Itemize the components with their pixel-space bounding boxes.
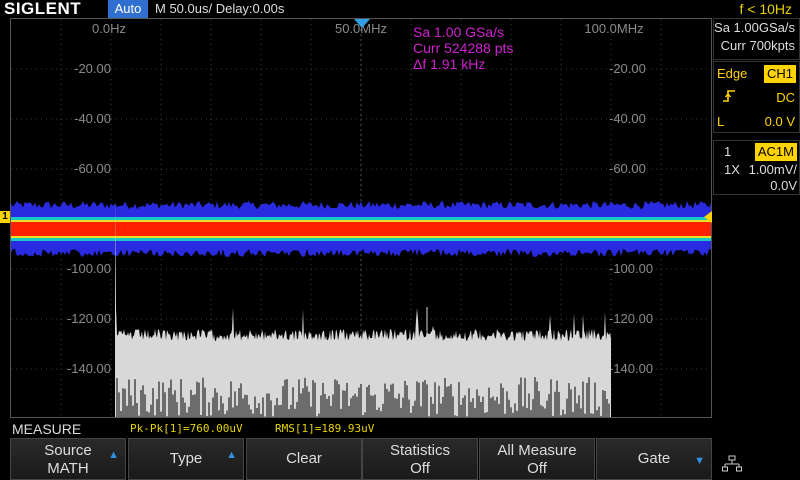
sample-rate-readout: Sa 1.00GSa/s xyxy=(714,20,795,35)
channel-coupling: AC1M xyxy=(754,143,797,161)
brand-logo: SIGLENT xyxy=(4,0,82,18)
trigger-level-label: L xyxy=(717,114,725,129)
fft-info-delta-f: Δf 1.91 kHz xyxy=(413,56,485,72)
amplitude-axis-label: -60.00 xyxy=(609,161,646,176)
amplitude-axis-label: -40.00 xyxy=(74,111,111,126)
trigger-position-marker[interactable] xyxy=(354,19,370,28)
channel-offset: 0.0V xyxy=(770,178,797,193)
amplitude-axis-label: -20.00 xyxy=(74,61,111,76)
channel-number: 1 xyxy=(724,144,732,159)
amplitude-axis-label: -120.00 xyxy=(67,311,111,326)
trigger-type: Edge xyxy=(717,66,748,81)
fft-info-current-points: Curr 524288 pts xyxy=(413,40,513,56)
rising-edge-icon xyxy=(722,89,736,107)
amplitude-axis-label: -40.00 xyxy=(609,111,646,126)
frequency-counter: f < 10Hz xyxy=(739,1,792,17)
trigger-level-value: 0.0 V xyxy=(764,114,795,129)
network-icon xyxy=(722,455,742,478)
acquisition-info-panel: Sa 1.00GSa/s Curr 700kpts xyxy=(713,18,800,60)
type-softkey[interactable]: Type ▲ xyxy=(128,438,244,480)
gate-softkey[interactable]: Gate ▼ xyxy=(596,438,712,480)
freq-axis-label: 0.0Hz xyxy=(92,21,126,36)
ch1-noise-core xyxy=(11,222,711,236)
amplitude-axis-label: -100.00 xyxy=(609,261,653,276)
rms-measurement: RMS[1]=189.93uV xyxy=(275,422,375,435)
timebase-readout[interactable]: M 50.0us/ Delay:0.00s xyxy=(155,0,284,18)
up-arrow-icon: ▲ xyxy=(226,449,237,461)
all-measure-label: All Measure xyxy=(497,442,577,459)
down-arrow-icon: ▼ xyxy=(694,455,705,467)
amplitude-axis-label: -140.00 xyxy=(67,361,111,376)
all-measure-softkey[interactable]: All Measure Off xyxy=(479,438,595,480)
trigger-level-marker[interactable] xyxy=(704,211,712,223)
channel-1-marker[interactable]: 1 xyxy=(0,211,10,223)
pkpk-measurement: Pk-Pk[1]=760.00uV xyxy=(130,422,243,435)
statistics-softkey[interactable]: Statistics Off xyxy=(362,438,478,480)
waveform-display[interactable]: 0.0Hz 50.0MHz 100.0MHz -20.00 -20.00 -40.00 -4… xyxy=(10,18,712,418)
amplitude-axis-label: -140.00 xyxy=(609,361,653,376)
menu-title: MEASURE xyxy=(12,421,82,437)
trigger-coupling: DC xyxy=(776,90,795,105)
freq-axis-label: 100.0MHz xyxy=(584,21,643,36)
source-softkey[interactable]: Source MATH ▲ xyxy=(10,438,126,480)
statistics-label: Statistics xyxy=(389,442,450,459)
up-arrow-icon: ▲ xyxy=(108,449,119,461)
statistics-value: Off xyxy=(410,460,430,477)
all-measure-value: Off xyxy=(527,460,547,477)
memory-depth-readout: Curr 700kpts xyxy=(720,38,795,53)
amplitude-axis-label: -120.00 xyxy=(609,311,653,326)
clear-softkey[interactable]: Clear xyxy=(246,438,362,480)
trigger-panel[interactable]: Edge CH1 DC L 0.0 V xyxy=(713,61,800,133)
acquisition-mode-badge[interactable]: Auto xyxy=(108,0,148,18)
amplitude-axis-label: -100.00 xyxy=(67,261,111,276)
channel-1-panel[interactable]: 1 AC1M 1X 1.00mV/ 0.0V xyxy=(713,140,800,195)
amplitude-axis-label: -60.00 xyxy=(74,161,111,176)
fft-info-sample-rate: Sa 1.00 GSa/s xyxy=(413,24,504,40)
clear-label: Clear xyxy=(286,450,322,467)
fft-plot: 0.0Hz 50.0MHz 100.0MHz-20.00 -20.00-40.00 -4… xyxy=(11,19,711,417)
trigger-source: CH1 xyxy=(763,65,796,83)
amplitude-axis-label: -20.00 xyxy=(609,61,646,76)
source-value: MATH xyxy=(47,460,89,477)
